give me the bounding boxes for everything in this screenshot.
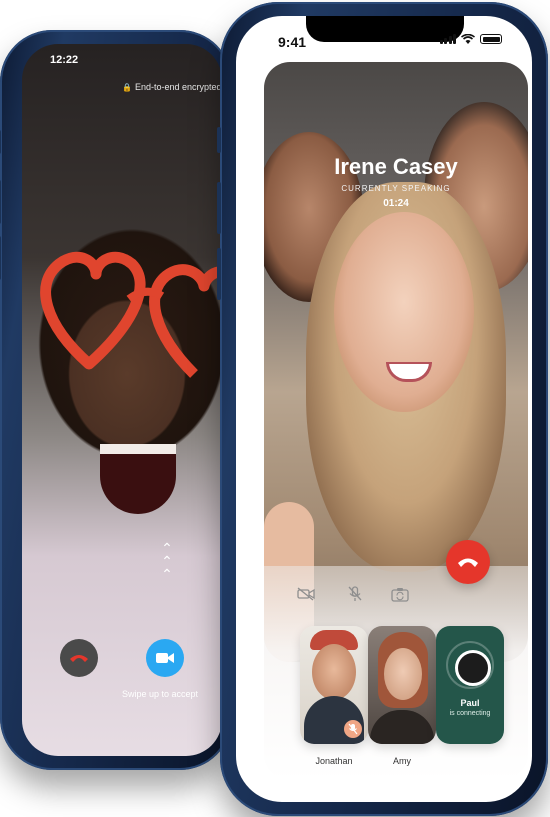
microphone-off-icon (348, 586, 362, 601)
jonathan-face (312, 644, 356, 700)
participant-label: Amy (393, 756, 411, 766)
battery-icon (480, 34, 502, 44)
speaker-face (334, 212, 474, 412)
encryption-text: End-to-end encrypted (134, 82, 222, 92)
participant-tile-amy[interactable] (368, 626, 436, 744)
status-icons (439, 34, 502, 44)
wifi-icon (461, 34, 475, 44)
phone-hangup-icon (70, 655, 88, 662)
camera-off-icon (297, 587, 315, 601)
signal-icon (439, 34, 456, 44)
mute-microphone-button[interactable] (345, 584, 365, 604)
camera-off-button[interactable] (296, 584, 316, 604)
end-call-button[interactable] (446, 540, 490, 584)
switch-camera-icon (391, 587, 409, 602)
encryption-note: 🔒 End-to-end encrypted (122, 82, 222, 92)
volume-up-button (217, 182, 221, 234)
caller-status: CURRENTLY SPEAKING (341, 184, 451, 193)
lock-icon: 🔒 (122, 83, 132, 92)
child-mouth (100, 444, 176, 514)
mute-switch (217, 127, 221, 153)
amy-face (384, 648, 422, 700)
status-time: 12:22 (50, 54, 79, 66)
participant-label: Jonathan (315, 756, 353, 766)
incoming-call-phone: 12:22 🔒 End-to-end encrypted ⌃ ⌃ ⌃ Swipe… (0, 30, 232, 770)
participant-tile-paul[interactable]: Paul is connecting (436, 626, 504, 744)
video-camera-icon (156, 653, 174, 663)
avatar (455, 650, 491, 686)
accept-video-call-button[interactable] (146, 639, 184, 677)
volume-down-button (217, 248, 221, 300)
mute-switch (0, 130, 1, 154)
decline-call-button[interactable] (60, 639, 98, 677)
participant-name: Paul (460, 698, 480, 708)
volume-down-button (0, 236, 1, 280)
connection-status: is connecting (449, 710, 491, 717)
amy-top (370, 710, 434, 744)
caller-name: Irene Casey (334, 154, 458, 179)
status-time: 9:41 (278, 34, 307, 50)
swipe-up-indicator[interactable]: ⌃ ⌃ ⌃ (152, 541, 182, 582)
muted-indicator (344, 720, 362, 738)
volume-up-button (0, 180, 1, 224)
phone-hangup-icon (458, 558, 478, 567)
participant-tile-jonathan[interactable] (300, 626, 368, 744)
incoming-call-screen: 12:22 🔒 End-to-end encrypted ⌃ ⌃ ⌃ Swipe… (22, 44, 222, 756)
switch-camera-button[interactable] (390, 584, 410, 604)
chevron-up-icon: ⌃ (161, 566, 173, 582)
microphone-off-icon (348, 723, 358, 735)
heart-glasses-filter (40, 251, 222, 378)
swipe-hint: Swipe up to accept (122, 689, 199, 699)
call-timer: 01:24 (383, 198, 409, 209)
